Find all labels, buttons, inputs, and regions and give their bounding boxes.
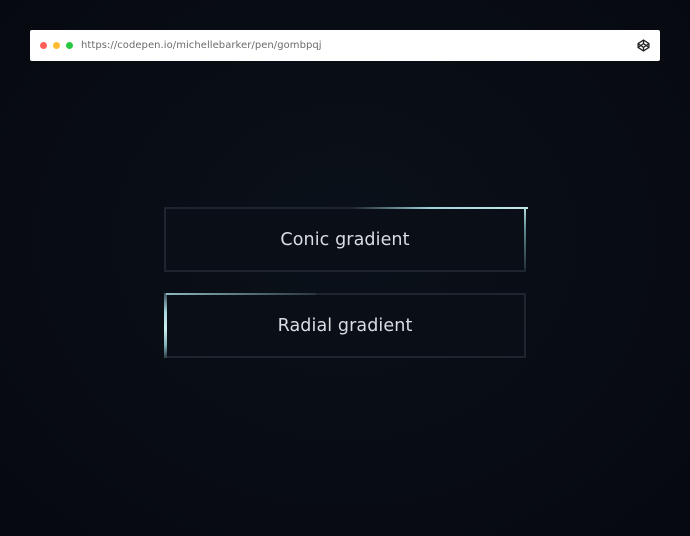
- radial-gradient-label: Radial gradient: [277, 315, 413, 336]
- conic-gradient-label: Conic gradient: [280, 229, 410, 250]
- conic-gradient-button[interactable]: Conic gradient: [164, 207, 528, 272]
- codepen-icon[interactable]: [636, 39, 650, 53]
- close-dot[interactable]: [40, 42, 47, 49]
- radial-gradient-button[interactable]: Radial gradient: [164, 293, 526, 358]
- minimize-dot[interactable]: [53, 42, 60, 49]
- browser-address-bar: https://codepen.io/michellebarker/pen/go…: [30, 30, 660, 61]
- maximize-dot[interactable]: [66, 42, 73, 49]
- url-text[interactable]: https://codepen.io/michellebarker/pen/go…: [81, 40, 636, 51]
- window-controls: [40, 42, 73, 49]
